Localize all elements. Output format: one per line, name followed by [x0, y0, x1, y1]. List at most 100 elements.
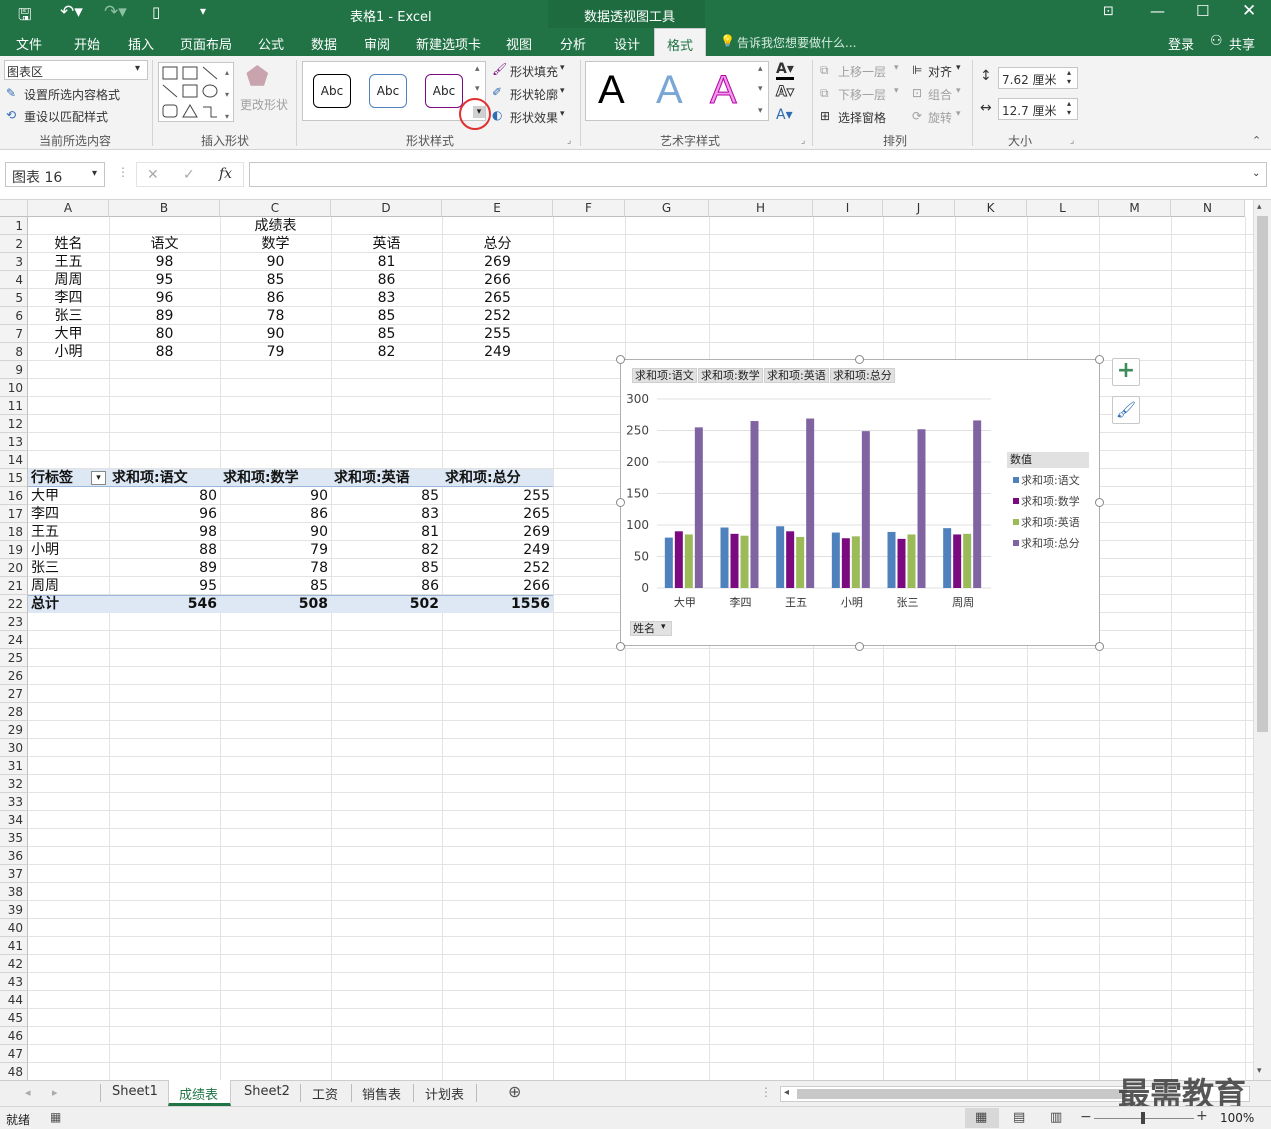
- group-button[interactable]: 组合: [928, 86, 952, 103]
- resize-handle[interactable]: [1095, 498, 1104, 507]
- splitter-icon[interactable]: ⋮: [760, 1085, 772, 1099]
- column-header-d[interactable]: D: [331, 200, 442, 217]
- chart-styles-brush-icon[interactable]: 🖌: [1112, 396, 1140, 424]
- tab-file[interactable]: 文件: [16, 34, 42, 53]
- row-header[interactable]: 7: [0, 325, 28, 343]
- sheet-tab-scores[interactable]: 成绩表: [179, 1084, 218, 1103]
- row-header[interactable]: 6: [0, 307, 28, 325]
- row-header[interactable]: 15: [0, 469, 28, 487]
- row-header[interactable]: 31: [0, 757, 28, 775]
- column-header-i[interactable]: I: [813, 200, 883, 217]
- cancel-icon[interactable]: ✕: [147, 167, 159, 183]
- collapse-ribbon-icon[interactable]: ⌃: [1252, 134, 1261, 147]
- chevron-down-icon[interactable]: ▾: [661, 622, 666, 632]
- sheet-tab-salary[interactable]: 工资: [312, 1084, 338, 1103]
- minimize-icon[interactable]: —: [1150, 2, 1165, 20]
- share-button[interactable]: 共享: [1229, 34, 1255, 53]
- wordart-pink[interactable]: A: [710, 68, 738, 113]
- row-header[interactable]: 21: [0, 577, 28, 595]
- row-header[interactable]: 28: [0, 703, 28, 721]
- column-header-m[interactable]: M: [1099, 200, 1171, 217]
- resize-handle[interactable]: [616, 498, 625, 507]
- width-input[interactable]: 12.7 厘米 ▴ ▾: [998, 98, 1078, 120]
- sheet-tab-sheet2[interactable]: Sheet2: [244, 1084, 290, 1099]
- gallery-down-icon[interactable]: ▾: [758, 84, 763, 94]
- resize-handle[interactable]: [616, 355, 625, 364]
- row-header[interactable]: 42: [0, 955, 28, 973]
- next-sheet-icon[interactable]: ▸: [52, 1086, 58, 1099]
- legend-title[interactable]: 数值: [1007, 452, 1089, 468]
- selection-pane-button[interactable]: 选择窗格: [838, 109, 886, 126]
- insert-function-icon[interactable]: fx: [219, 166, 232, 182]
- resize-handle[interactable]: [855, 642, 864, 651]
- change-shape-button[interactable]: 更改形状: [240, 96, 288, 113]
- row-header[interactable]: 37: [0, 865, 28, 883]
- row-header[interactable]: 38: [0, 883, 28, 901]
- send-backward-button[interactable]: 下移一层: [838, 86, 886, 103]
- gallery-up-icon[interactable]: ▴: [475, 64, 480, 74]
- sign-in-link[interactable]: 登录: [1168, 34, 1194, 53]
- row-header[interactable]: 19: [0, 541, 28, 559]
- row-header[interactable]: 12: [0, 415, 28, 433]
- tell-me-input[interactable]: 告诉我您想要做什么...: [737, 34, 856, 51]
- wordart-black[interactable]: A: [598, 68, 625, 113]
- dialog-launcher-icon[interactable]: ⌟: [801, 136, 805, 146]
- shape-fill-button[interactable]: 形状填充: [510, 63, 558, 80]
- row-header[interactable]: 9: [0, 361, 28, 379]
- column-header-k[interactable]: K: [955, 200, 1027, 217]
- tab-insert[interactable]: 插入: [128, 34, 154, 53]
- row-header[interactable]: 17: [0, 505, 28, 523]
- tab-data[interactable]: 数据: [311, 34, 337, 53]
- sheet-tab-sales[interactable]: 销售表: [362, 1084, 401, 1103]
- prev-sheet-icon[interactable]: ◂: [25, 1086, 31, 1099]
- row-header[interactable]: 27: [0, 685, 28, 703]
- row-header[interactable]: 1: [0, 217, 28, 235]
- column-header-h[interactable]: H: [709, 200, 813, 217]
- row-header[interactable]: 11: [0, 397, 28, 415]
- tab-formulas[interactable]: 公式: [258, 34, 284, 53]
- row-header[interactable]: 4: [0, 271, 28, 289]
- height-input[interactable]: 7.62 厘米 ▴ ▾: [998, 67, 1078, 89]
- row-header[interactable]: 36: [0, 847, 28, 865]
- shape-style-black[interactable]: Abc: [313, 74, 351, 108]
- spinner-icon[interactable]: ▴ ▾: [1067, 68, 1071, 86]
- shapes-gallery[interactable]: ▴ ▾ ▾: [158, 62, 234, 122]
- dialog-launcher-icon[interactable]: ⌟: [1070, 136, 1074, 146]
- row-header[interactable]: 45: [0, 1009, 28, 1027]
- column-header-j[interactable]: J: [883, 200, 955, 217]
- spinner-icon[interactable]: ▴ ▾: [1067, 99, 1071, 117]
- row-header[interactable]: 20: [0, 559, 28, 577]
- normal-view-icon[interactable]: ▦: [975, 1110, 987, 1125]
- tab-page-layout[interactable]: 页面布局: [180, 34, 232, 53]
- row-header[interactable]: 23: [0, 613, 28, 631]
- row-header[interactable]: 24: [0, 631, 28, 649]
- align-button[interactable]: 对齐: [928, 63, 952, 80]
- tab-review[interactable]: 审阅: [364, 34, 390, 53]
- chart-elements-plus-icon[interactable]: +: [1112, 358, 1140, 386]
- wordart-gallery[interactable]: A A A ▴ ▾ ▾: [585, 61, 769, 121]
- tab-format[interactable]: 格式: [654, 28, 707, 56]
- row-header[interactable]: 34: [0, 811, 28, 829]
- resize-handle[interactable]: [1095, 355, 1104, 364]
- zoom-slider-thumb[interactable]: [1141, 1112, 1145, 1124]
- row-header[interactable]: 13: [0, 433, 28, 451]
- expand-formula-icon[interactable]: ⌄: [1252, 168, 1260, 179]
- tab-new[interactable]: 新建选项卡: [416, 34, 481, 53]
- gallery-up-icon[interactable]: ▴: [758, 64, 763, 74]
- resize-handle[interactable]: [1095, 642, 1104, 651]
- wordart-blue[interactable]: A: [656, 68, 683, 113]
- row-header[interactable]: 39: [0, 901, 28, 919]
- resize-handle[interactable]: [855, 355, 864, 364]
- column-header-g[interactable]: G: [625, 200, 709, 217]
- shape-effects-button[interactable]: 形状效果: [510, 109, 558, 126]
- shape-style-blue[interactable]: Abc: [369, 74, 407, 108]
- new-file-icon[interactable]: ▯: [152, 3, 160, 21]
- column-header-c[interactable]: C: [220, 200, 331, 217]
- row-header[interactable]: 44: [0, 991, 28, 1009]
- column-header-l[interactable]: L: [1027, 200, 1099, 217]
- column-header-f[interactable]: F: [553, 200, 625, 217]
- gallery-more-icon[interactable]: ▾: [758, 106, 763, 116]
- row-header[interactable]: 5: [0, 289, 28, 307]
- page-layout-view-icon[interactable]: ▤: [1013, 1110, 1025, 1125]
- scroll-thumb[interactable]: [1257, 216, 1268, 732]
